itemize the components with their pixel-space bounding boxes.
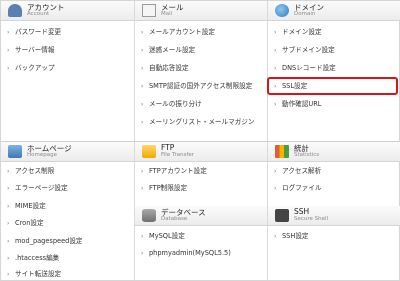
arrow-icon: › [7,29,10,36]
section-header-stats: 統計 Statistics [268,142,400,162]
arrow-icon: › [274,83,277,90]
menu-item-log-file[interactable]: › ログファイル [274,181,322,195]
section-header-homepage: ホームページ Homepage [1,142,134,162]
menu-item-ssl[interactable]: › SSL設定 [274,79,307,93]
arrow-icon: › [7,271,10,278]
menu-item-subdomain[interactable]: › サブドメイン設定 [274,43,335,57]
globe-icon [275,4,289,17]
menu-item-access-analysis[interactable]: › アクセス解析 [274,164,321,178]
section-subtitle: Homepage [27,152,57,158]
section-title: SSH [294,207,310,216]
arrow-icon: › [274,185,277,192]
menu-item-access-limit[interactable]: › アクセス制限 [7,164,54,178]
menu-item-verify-url[interactable]: › 動作確認URL [274,97,321,111]
menu-item-backup[interactable]: › バックアップ [7,61,55,75]
menu-item-ftp-account[interactable]: › FTPアカウント設定 [141,164,207,178]
section-header-mail: メール Mail [135,1,267,21]
menu-item-domain[interactable]: › ドメイン設定 [274,25,322,39]
menu-item-password[interactable]: › パスワード変更 [7,25,61,39]
menu-item-cron[interactable]: › Cron設定 [7,216,44,230]
chart-icon [275,145,289,158]
section-subtitle: Account [27,11,50,17]
arrow-icon: › [7,185,10,192]
menu-item-ssh[interactable]: › SSH設定 [274,229,309,243]
arrow-icon: › [7,65,10,72]
arrow-icon: › [141,47,144,54]
menu-item-site-redirect[interactable]: › サイト転送設定 [7,267,61,281]
arrow-icon: › [274,29,277,36]
section-header-database: データベース Database [135,206,267,226]
section-subtitle: File Transfer [161,152,195,158]
arrow-icon: › [141,250,144,257]
menu-item-pagespeed[interactable]: › mod_pagespeed設定 [7,234,83,248]
arrow-icon: › [7,47,10,54]
section-header-account: アカウント Account [1,1,134,21]
arrow-icon: › [141,119,144,126]
arrow-icon: › [141,168,144,175]
arrow-icon: › [7,168,10,175]
terminal-icon [275,209,289,222]
arrow-icon: › [141,29,144,36]
menu-item-mime[interactable]: › MIME設定 [7,199,46,213]
menu-item-auto-reply[interactable]: › 自動応答設定 [141,61,189,75]
arrow-icon: › [141,83,144,90]
section-header-domain: ドメイン Domain [268,1,400,21]
home-icon [8,145,22,158]
menu-item-error-page[interactable]: › エラーページ設定 [7,181,68,195]
section-subtitle: Secure Shell [294,216,329,222]
control-panel-grid: アカウント Account › パスワード変更 › サーバー情報 › バックアップ メ… [0,0,400,281]
arrow-icon: › [141,185,144,192]
menu-item-smtp-restriction[interactable]: › SMTP認証の国外アクセス制限設定 [141,79,252,93]
arrow-icon: › [274,65,277,72]
menu-item-ftp-restriction[interactable]: › FTP制限設定 [141,181,187,195]
database-icon [142,209,156,222]
person-icon [8,4,22,17]
arrow-icon: › [141,101,144,108]
menu-item-dns[interactable]: › DNSレコード設定 [274,61,336,75]
arrow-icon: › [274,47,277,54]
arrow-icon: › [141,65,144,72]
menu-item-server-info[interactable]: › サーバー情報 [7,43,55,57]
arrow-icon: › [7,203,10,210]
folder-icon [142,145,156,158]
arrow-icon: › [7,220,10,227]
section-title: FTP [161,143,175,152]
menu-item-spam[interactable]: › 迷惑メール設定 [141,43,195,57]
arrow-icon: › [274,101,277,108]
arrow-icon: › [7,238,10,245]
section-subtitle: Mail [161,11,173,17]
section-header-ftp: FTP File Transfer [135,142,267,162]
section-header-ssh: SSH Secure Shell [268,206,400,226]
arrow-icon: › [274,233,277,240]
mail-icon [142,4,156,17]
section-subtitle: Statistics [294,152,320,158]
arrow-icon: › [274,168,277,175]
arrow-icon: › [7,255,10,262]
menu-item-htaccess[interactable]: › .htaccess編集 [7,251,59,265]
section-subtitle: Database [161,216,188,222]
menu-item-mail-filter[interactable]: › メールの振り分け [141,97,202,111]
section-subtitle: Domain [294,11,316,17]
arrow-icon: › [141,233,144,240]
menu-item-phpmyadmin[interactable]: › phpmyadmin(MySQL5.5) [141,246,231,260]
menu-item-mailing-list[interactable]: › メーリングリスト・メールマガジン [141,115,255,129]
menu-item-mail-account[interactable]: › メールアカウント設定 [141,25,215,39]
menu-item-mysql[interactable]: › MySQL設定 [141,229,185,243]
